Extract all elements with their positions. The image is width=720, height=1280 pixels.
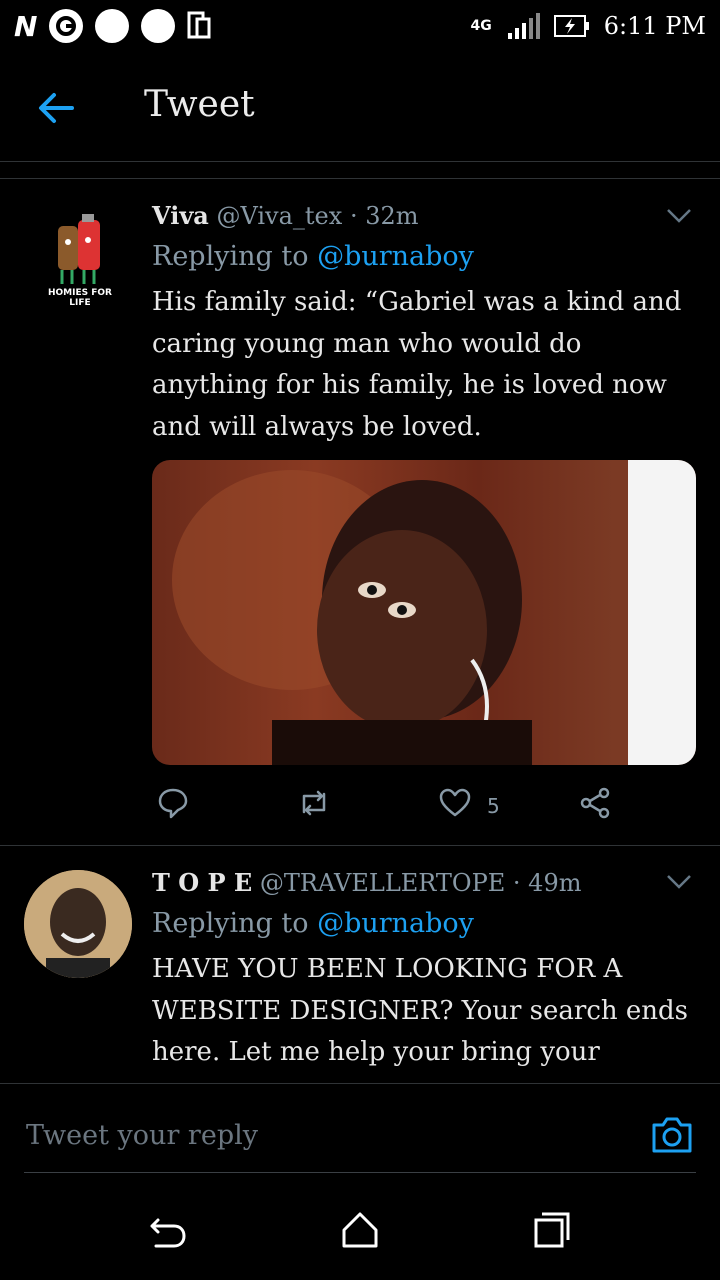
tweet-meta: Viva @Viva_tex · 32m (152, 201, 419, 230)
replying-to-label: Replying to (152, 241, 309, 272)
tweet-meta: T O P E @TRAVELLERTOPE · 49m (152, 868, 581, 897)
nav-home-icon[interactable] (340, 1210, 380, 1250)
clock: 6:11 PM (603, 12, 706, 40)
tweet-actions: 5 (152, 786, 622, 826)
replying-to: Replying to @burnaboy (152, 241, 474, 272)
reply-icon[interactable] (156, 786, 190, 820)
nav-back-icon[interactable] (148, 1210, 188, 1250)
device-icon (187, 11, 211, 39)
tweet-divider (0, 845, 720, 846)
replying-to-handle[interactable]: @burnaboy (317, 908, 474, 939)
tweet-time: · 32m (349, 202, 419, 230)
header-divider-2 (0, 178, 720, 179)
tweet-text: His family said: “Gabriel was a kind and… (152, 287, 682, 442)
replying-to-handle[interactable]: @burnaboy (317, 241, 474, 272)
notification-g-icon (49, 9, 84, 43)
battery-icon (553, 15, 589, 37)
like-count: 5 (487, 794, 500, 818)
reply-underline (24, 1172, 696, 1173)
notification-n-icon: N (14, 9, 38, 43)
tweet-time: · 49m (512, 869, 582, 897)
user-handle[interactable]: @TRAVELLERTOPE (260, 869, 505, 897)
nav-recents-icon[interactable] (532, 1210, 572, 1250)
status-icons-left: N (14, 9, 211, 43)
back-arrow-icon[interactable] (36, 88, 76, 128)
tweet-text: HAVE YOU BEEN LOOKING FOR A WEBSITE DESI… (152, 954, 689, 1067)
image-border-strip (628, 460, 696, 765)
page-title: Tweet (144, 84, 255, 125)
display-name[interactable]: Viva (152, 201, 209, 230)
chevron-down-icon[interactable] (666, 874, 692, 890)
notification-dot-icon (95, 9, 130, 43)
display-name[interactable]: T O P E (152, 868, 252, 897)
signal-icon (507, 13, 540, 39)
app-bar: Tweet (0, 58, 720, 158)
chevron-down-icon[interactable] (666, 208, 692, 224)
share-icon[interactable] (578, 786, 612, 820)
camera-icon[interactable] (650, 1112, 694, 1156)
status-bar: N 4G 6:11 PM (0, 0, 720, 52)
replying-to-label: Replying to (152, 908, 309, 939)
tweet-image[interactable] (152, 460, 696, 765)
network-type: 4G (470, 18, 492, 34)
avatar[interactable] (24, 870, 132, 978)
avatar[interactable]: HOMIES FOR LIFE (42, 204, 118, 312)
header-divider (0, 161, 720, 162)
reply-input[interactable] (24, 1108, 608, 1162)
user-handle[interactable]: @Viva_tex (216, 202, 342, 230)
reply-bar (0, 1084, 720, 1174)
retweet-icon[interactable] (296, 786, 332, 820)
like-icon[interactable] (438, 786, 472, 820)
notification-dot-icon-2 (141, 9, 176, 43)
avatar-caption: HOMIES FOR LIFE (48, 288, 112, 308)
status-icons-right: 4G 6:11 PM (471, 12, 706, 40)
replying-to: Replying to @burnaboy (152, 908, 474, 939)
system-nav-bar (0, 1180, 720, 1280)
